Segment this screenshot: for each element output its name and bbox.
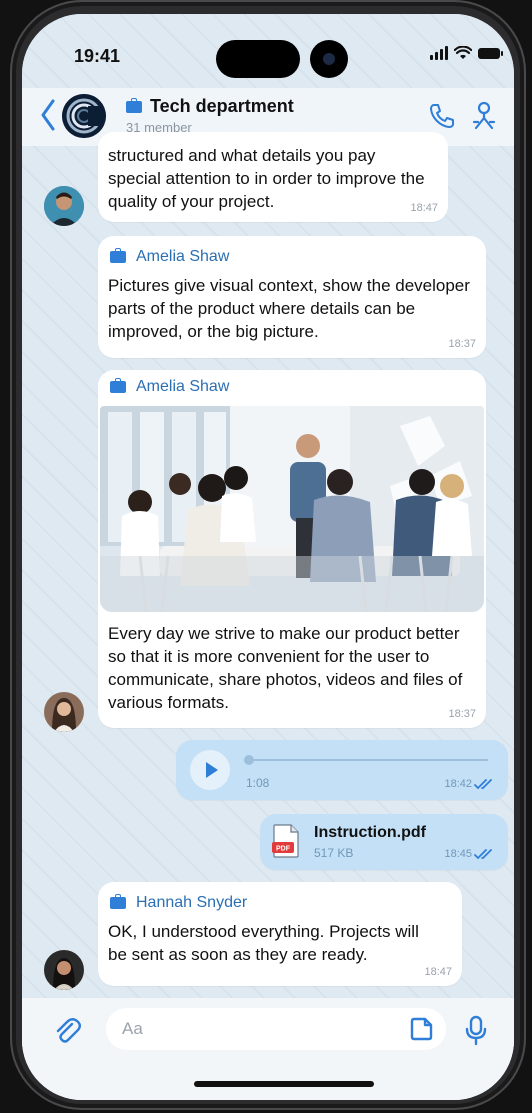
message-bubble[interactable]: Amelia Shaw Pictures give visual context… [98,236,486,358]
play-button[interactable] [190,750,230,790]
woman-portrait-icon [44,950,84,990]
status-bar: 19:41 [22,14,514,88]
wifi-icon [454,46,472,59]
message-time: 18:45 [444,848,472,860]
message-time: 18:47 [410,202,438,214]
sender-name: Amelia Shaw [110,248,229,266]
group-avatar[interactable] [62,94,106,138]
status-time: 19:41 [74,46,121,66]
system-icons [430,46,503,60]
microphone-icon[interactable] [464,1014,488,1046]
play-icon [206,762,218,778]
user-avatar[interactable] [44,950,84,990]
briefcase-icon [110,248,126,263]
sender-name-text: Hannah Snyder [136,894,248,911]
file-size: 517 KB [314,846,354,860]
message-input-placeholder: Aa [122,1019,143,1038]
message-text: Pictures give visual context, show the d… [108,276,470,341]
chat-screen: 19:41 Tech department 31 member structur… [22,14,514,1100]
message-time: 18:47 [424,966,452,978]
double-check-icon [474,779,492,790]
file-message-bubble[interactable]: PDF Instruction.pdf 517 KB 18:45 [260,814,508,870]
paperclip-icon[interactable] [52,1016,82,1046]
message-bubble[interactable]: Hannah Snyder OK, I understood everythin… [98,882,462,986]
home-indicator[interactable] [194,1081,374,1087]
chat-title[interactable]: Tech department [126,96,294,117]
dynamic-island [216,40,300,78]
briefcase-icon [110,378,126,393]
voice-progress-knob[interactable] [244,755,254,765]
message-time: 18:37 [448,708,476,720]
file-name: Instruction.pdf [314,824,426,841]
meeting-photo-image [100,406,484,612]
briefcase-icon [110,894,126,909]
chat-title-text: Tech department [150,96,294,116]
voice-progress-track[interactable] [244,755,488,765]
voice-message-bubble[interactable]: 1:08 18:42 [176,740,508,800]
message-text: OK, I understood everything. Projects wi… [108,922,419,964]
sticker-icon[interactable] [408,1016,434,1042]
man-portrait-icon [44,186,84,226]
sender-name: Amelia Shaw [110,378,229,396]
sender-name-text: Amelia Shaw [136,248,230,265]
pdf-file-icon: PDF [272,824,300,858]
group-logo-icon [62,94,106,138]
sender-name: Hannah Snyder [110,894,247,912]
group-members-icon[interactable] [468,100,500,132]
file-type-label: PDF [276,846,291,853]
battery-icon [478,47,503,59]
front-camera [310,40,348,78]
signal-icon [430,46,448,60]
message-time: 18:37 [448,338,476,350]
back-chevron-icon[interactable] [40,98,56,132]
woman-portrait-icon [44,692,84,732]
message-input[interactable]: Aa [106,1008,446,1050]
voice-duration: 1:08 [246,776,270,790]
briefcase-icon [126,97,142,113]
message-time: 18:42 [444,778,472,790]
double-check-icon [474,849,492,860]
attached-photo[interactable] [100,406,484,612]
message-text: structured and what details you pay spec… [108,146,425,211]
phone-call-icon[interactable] [428,102,456,130]
user-avatar[interactable] [44,186,84,226]
message-bubble[interactable]: Amelia Shaw Every day we strive to make … [98,370,486,728]
message-bubble[interactable]: structured and what details you pay spec… [98,132,448,222]
sender-name-text: Amelia Shaw [136,378,230,395]
message-text: Every day we strive to make our product … [108,624,463,712]
user-avatar[interactable] [44,692,84,732]
